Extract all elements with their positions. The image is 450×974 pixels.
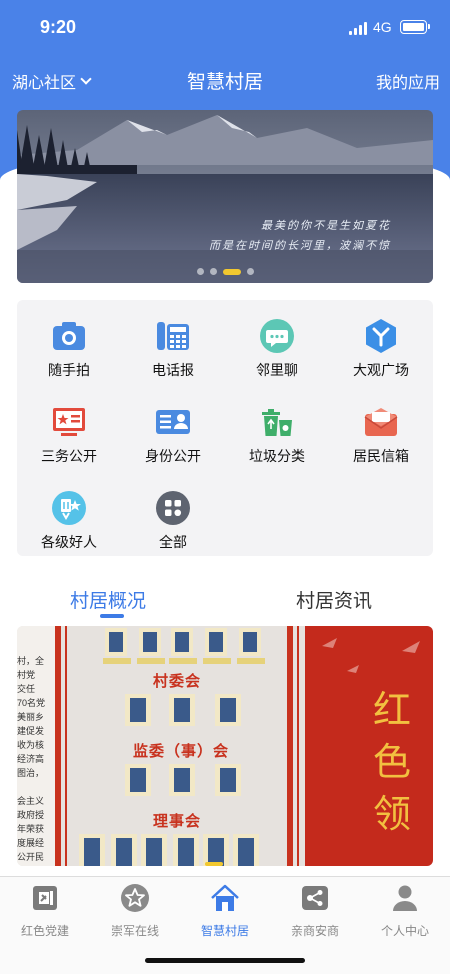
banner-carousel[interactable]: 最美的你不是生如夏花 而是在时间的长河里，波澜不惊: [17, 110, 433, 283]
grid-item-label: 三务公开: [41, 448, 97, 464]
photo-text-line: 会主义: [17, 796, 45, 806]
photo-text-line: 村党: [17, 670, 36, 680]
banner-landscape-image: [17, 110, 433, 283]
photo-text-line: 建促发: [17, 726, 45, 736]
tabbar-label: 崇军在线: [110, 924, 159, 938]
banner-caption: 最美的你不是生如夏花 而是在时间的长河里，波澜不惊: [209, 216, 391, 256]
photo-text-line: 公开民: [17, 852, 45, 862]
all-apps-icon: [156, 491, 190, 525]
photo-text-line: 度展经: [17, 838, 45, 848]
active-tab-underline: [100, 614, 124, 618]
banner-caption-line-1: 最美的你不是生如夏花: [261, 219, 391, 232]
banner-caption-line-2: 而是在时间的长河里，波澜不惊: [209, 239, 391, 252]
photo-left-text: 村，全 村党 交任 70名党 美丽乡 建促发 收为核 经济高 图治， 会主义 政…: [17, 626, 55, 866]
grid-item-label: 身份公开: [145, 448, 201, 464]
tabbar-item-business[interactable]: 亲商安商: [270, 883, 360, 939]
tab-village-overview[interactable]: 村居概况: [70, 586, 146, 613]
grid-item-three-affairs[interactable]: 三务公开: [17, 392, 121, 472]
grid-item-label: 居民信箱: [353, 448, 409, 464]
id-card-icon: [156, 410, 190, 434]
grid-item-label: 全部: [159, 534, 187, 550]
tabbar-item-smart-village[interactable]: 智慧村居: [180, 883, 270, 939]
tab-village-news[interactable]: 村居资讯: [296, 586, 372, 613]
grid-item-neighbor-chat[interactable]: 邻里聊: [225, 306, 329, 386]
plaza-icon: [366, 319, 396, 353]
phone-icon: [157, 322, 189, 350]
photo-text-line: 收为核: [17, 740, 45, 750]
grid-item-label: 垃圾分类: [249, 448, 305, 464]
carousel-dot[interactable]: [246, 268, 254, 275]
carousel-dot[interactable]: [209, 268, 217, 275]
grid-item-plaza[interactable]: 大观广场: [329, 306, 433, 386]
carousel-indicator: [17, 268, 433, 275]
board-title-committee: 村委会: [153, 673, 202, 690]
grid-item-label: 邻里聊: [256, 362, 298, 378]
tabbar-label: 红色党建: [20, 924, 69, 938]
photo-text-line: 经济高: [17, 754, 45, 764]
battery-icon: [400, 20, 430, 34]
village-overview-photo[interactable]: 村，全 村党 交任 70名党 美丽乡 建促发 收为核 经济高 图治， 会主义 政…: [17, 626, 433, 866]
grid-item-garbage-sort[interactable]: 垃圾分类: [225, 392, 329, 472]
grid-item-label: 各级好人: [41, 534, 97, 550]
top-nav: 湖心社区 智慧村居 我的应用: [0, 62, 450, 98]
photo-text-line: 美丽乡: [17, 712, 45, 722]
home-icon: [211, 884, 239, 911]
home-indicator: [145, 958, 305, 963]
photo-text-line: 交任: [17, 684, 36, 694]
party-building-icon: [33, 886, 57, 910]
grid-item-phone-report[interactable]: 电话报: [121, 306, 225, 386]
person-icon: [393, 885, 417, 911]
carousel-dot-active[interactable]: [222, 268, 241, 275]
monitor-icon: [53, 408, 85, 436]
my-apps-link[interactable]: 我的应用: [376, 69, 440, 93]
tabbar-label: 智慧村居: [200, 924, 249, 938]
photo-text-line: 图治，: [17, 768, 45, 778]
chat-icon: [260, 319, 294, 353]
status-bar: 9:20 4G: [0, 0, 450, 56]
photo-text-line: 年荣获: [17, 824, 45, 834]
board-side-slogan: 红色领: [373, 688, 412, 836]
grid-item-good-people[interactable]: 各级好人: [17, 478, 121, 558]
grid-item-snapshot[interactable]: 随手拍: [17, 306, 121, 386]
tabbar-item-profile[interactable]: 个人中心: [360, 883, 450, 939]
camera-icon: [53, 322, 85, 350]
good-person-icon: [52, 491, 86, 525]
grid-item-mailbox[interactable]: 居民信箱: [329, 392, 433, 472]
photo-text-line: 70名党: [17, 698, 46, 708]
star-icon: [121, 884, 149, 912]
photo-text-line: 村，全: [17, 656, 45, 666]
tabbar-label: 亲商安商: [290, 924, 339, 938]
mailbox-icon: [364, 408, 398, 436]
grid-item-label: 电话报: [152, 362, 194, 378]
business-icon: [302, 886, 328, 910]
photo-text-line: 政府授: [17, 810, 45, 820]
grid-item-identity[interactable]: 身份公开: [121, 392, 225, 472]
board-title-supervision: 监委（事）会: [133, 743, 230, 760]
network-type: 4G: [373, 19, 392, 35]
trash-sort-icon: [262, 409, 292, 436]
grid-item-all[interactable]: 全部: [121, 478, 225, 558]
tabbar-item-military[interactable]: 崇军在线: [90, 883, 180, 939]
tabbar-label: 个人中心: [380, 924, 429, 938]
signal-icon: [349, 21, 369, 35]
grid-item-label: 随手拍: [48, 362, 90, 378]
grid-item-label: 大观广场: [353, 362, 409, 378]
status-time: 9:20: [40, 17, 77, 37]
board-title-council: 理事会: [153, 813, 202, 830]
content-tabs: 村居概况 村居资讯: [0, 580, 450, 624]
tabbar-item-party[interactable]: 红色党建: [0, 883, 90, 939]
carousel-dot[interactable]: [196, 268, 204, 275]
function-grid: 随手拍 电话报 邻里聊 大观广场 三务公开 身份公开 垃圾分类 居民信箱 各级好…: [17, 300, 433, 556]
